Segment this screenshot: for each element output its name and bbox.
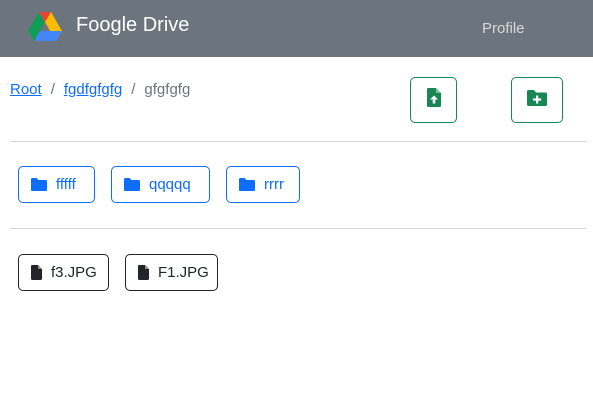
- profile-link[interactable]: Profile: [482, 20, 525, 38]
- file-icon: [138, 265, 149, 280]
- breadcrumb-link-folder[interactable]: fgdfgfgfg: [64, 80, 122, 100]
- folder-name: qqqqq: [149, 176, 191, 193]
- folder-button[interactable]: rrrr: [226, 166, 300, 203]
- divider: [10, 228, 586, 229]
- file-upload-icon: [426, 88, 441, 112]
- drive-logo-icon[interactable]: [28, 11, 62, 43]
- file-button[interactable]: F1.JPG: [125, 254, 218, 291]
- file-name: f3.JPG: [51, 264, 97, 281]
- folder-icon: [239, 178, 255, 191]
- new-folder-button[interactable]: [511, 77, 563, 123]
- breadcrumb-link-root[interactable]: Root: [10, 80, 42, 100]
- folder-icon: [124, 178, 140, 191]
- upload-file-button[interactable]: [410, 77, 457, 123]
- breadcrumb-separator: /: [50, 81, 55, 98]
- folder-icon: [31, 178, 47, 191]
- folder-button[interactable]: fffff: [18, 166, 95, 203]
- brand-title[interactable]: Foogle Drive: [76, 13, 189, 37]
- breadcrumb-current: gfgfgfg: [144, 81, 191, 98]
- folder-plus-icon: [527, 89, 547, 111]
- file-button[interactable]: f3.JPG: [18, 254, 109, 291]
- file-icon: [31, 265, 42, 280]
- file-name: F1.JPG: [158, 264, 209, 281]
- folder-name: rrrr: [264, 176, 284, 193]
- folder-name: fffff: [56, 176, 76, 193]
- breadcrumb-separator: /: [131, 81, 136, 98]
- breadcrumb: Root / fgdfgfgfg / gfgfgfg: [10, 80, 190, 100]
- divider: [10, 141, 586, 142]
- folder-button[interactable]: qqqqq: [111, 166, 210, 203]
- navbar: Foogle Drive Profile: [0, 0, 593, 57]
